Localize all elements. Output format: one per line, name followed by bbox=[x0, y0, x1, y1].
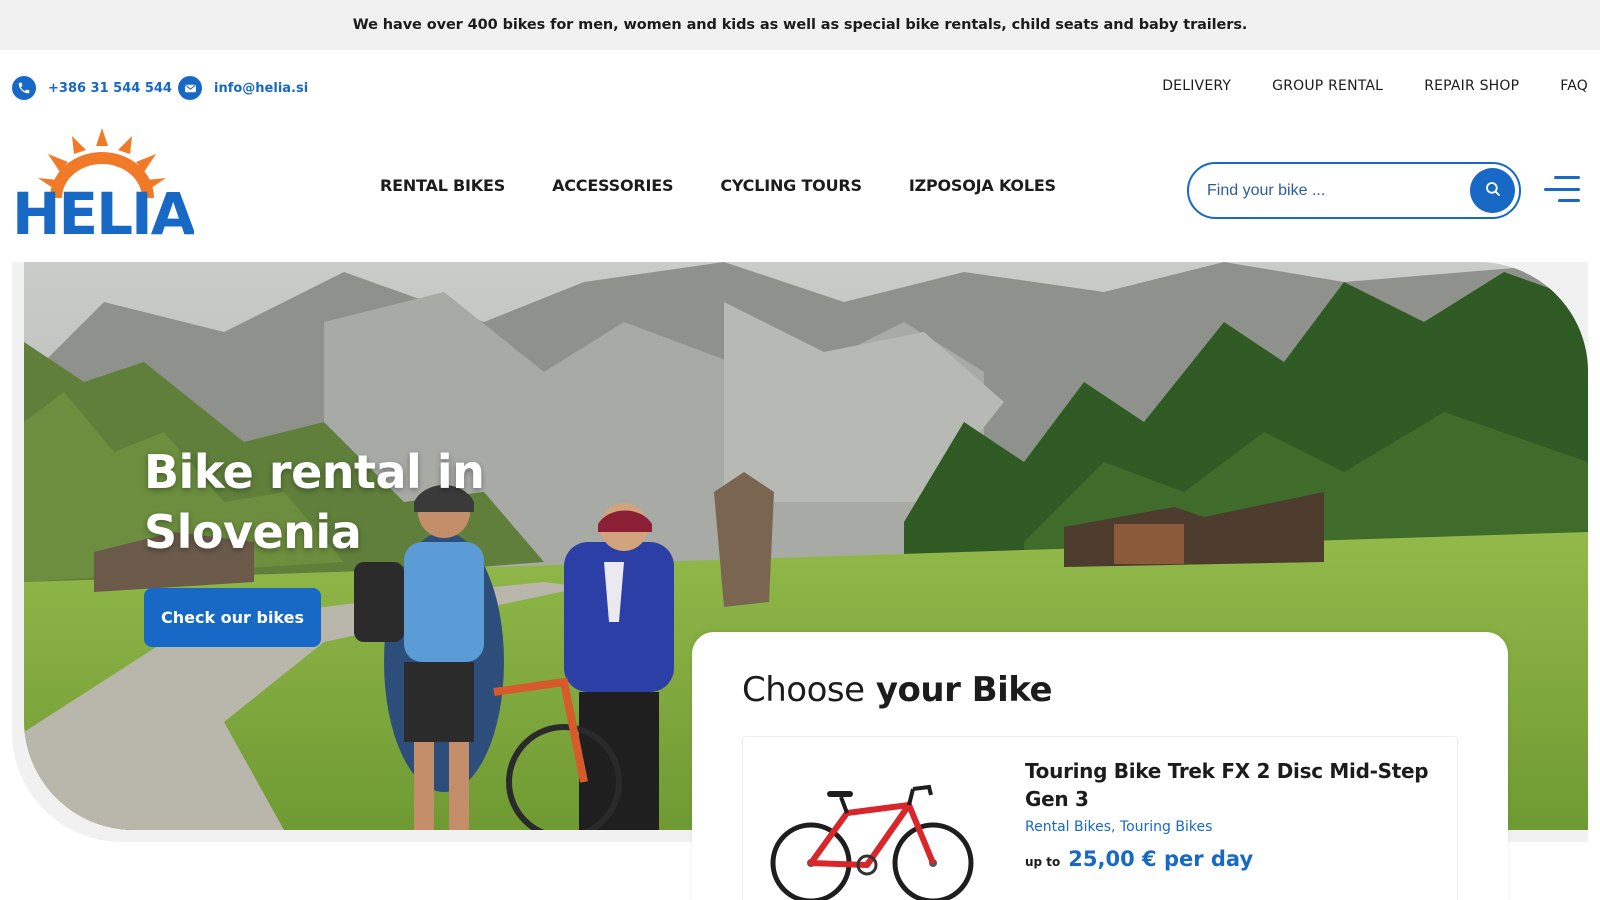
price-amount: 25,00 € per day bbox=[1068, 847, 1254, 871]
hero-title-line-1: Bike rental in bbox=[144, 445, 485, 499]
nav-rental-bikes[interactable]: RENTAL BIKES bbox=[380, 176, 505, 195]
announcement-text: We have over 400 bikes for men, women an… bbox=[352, 17, 1248, 33]
top-link-faq[interactable]: FAQ bbox=[1560, 78, 1588, 94]
announcement-bar: We have over 400 bikes for men, women an… bbox=[0, 0, 1600, 50]
nav-accessories[interactable]: ACCESSORIES bbox=[552, 176, 673, 195]
top-link-delivery[interactable]: DELIVERY bbox=[1162, 78, 1231, 94]
price-prefix: up to bbox=[1025, 855, 1061, 869]
bike-image[interactable] bbox=[763, 775, 983, 900]
nav-izposoja-koles[interactable]: IZPOSOJA KOLES bbox=[909, 176, 1056, 195]
search-input[interactable] bbox=[1207, 178, 1447, 204]
product-name[interactable]: Touring Bike Trek FX 2 Disc Mid-Step Gen… bbox=[1025, 757, 1445, 813]
product-card[interactable]: Touring Bike Trek FX 2 Disc Mid-Step Gen… bbox=[742, 736, 1458, 900]
search-box bbox=[1187, 162, 1521, 219]
phone-icon bbox=[12, 76, 36, 100]
top-link-repair-shop[interactable]: REPAIR SHOP bbox=[1424, 78, 1519, 94]
nav-cycling-tours[interactable]: CYCLING TOURS bbox=[720, 176, 862, 195]
sun-logo-icon: HELIA bbox=[12, 128, 198, 248]
search-icon bbox=[1484, 180, 1502, 201]
choose-title-light: Choose bbox=[742, 670, 865, 710]
hamburger-menu-icon[interactable] bbox=[1544, 176, 1580, 202]
top-links: DELIVERY GROUP RENTAL REPAIR SHOP FAQ bbox=[1162, 78, 1588, 94]
phone-link[interactable]: +386 31 544 544 bbox=[48, 81, 172, 96]
product-categories[interactable]: Rental Bikes, Touring Bikes bbox=[1025, 819, 1212, 835]
hero-heading: Bike rental in Slovenia bbox=[144, 442, 564, 562]
email-link[interactable]: info@helia.si bbox=[214, 81, 308, 96]
choose-title-bold: your Bike bbox=[875, 670, 1053, 710]
main-nav: RENTAL BIKES ACCESSORIES CYCLING TOURS I… bbox=[380, 176, 1056, 195]
phone-contact[interactable]: +386 31 544 544 bbox=[12, 76, 172, 100]
search-button[interactable] bbox=[1470, 168, 1515, 213]
logo-text: HELIA bbox=[12, 180, 194, 248]
mail-icon bbox=[178, 76, 202, 100]
helia-logo[interactable]: HELIA bbox=[10, 128, 198, 250]
contact-row: +386 31 544 544 info@helia.si DELIVERY G… bbox=[0, 50, 1600, 126]
email-contact[interactable]: info@helia.si bbox=[178, 76, 308, 100]
top-link-group-rental[interactable]: GROUP RENTAL bbox=[1272, 78, 1383, 94]
hero-title-line-2: Slovenia bbox=[144, 505, 362, 559]
choose-bike-title: Choose your Bike bbox=[742, 670, 1053, 710]
choose-bike-section: Choose your Bike Touring Bike Trek FX 2 … bbox=[692, 632, 1508, 900]
check-bikes-button[interactable]: Check our bikes bbox=[144, 588, 321, 647]
product-price: up to 25,00 € per day bbox=[1025, 847, 1253, 871]
